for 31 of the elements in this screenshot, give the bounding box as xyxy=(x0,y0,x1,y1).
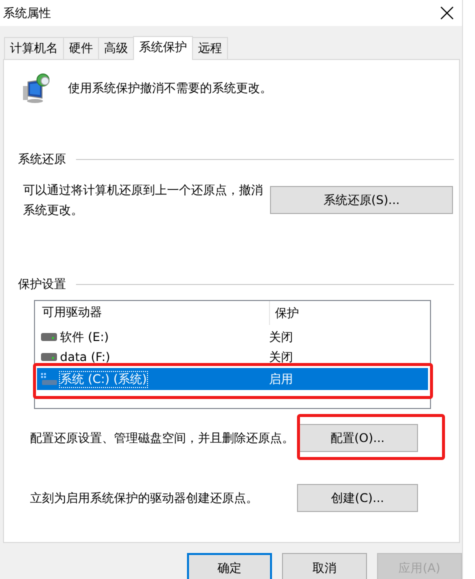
drive-row[interactable]: data (F:) 关闭 xyxy=(37,347,428,367)
configure-button[interactable]: 配置(O)... xyxy=(297,424,418,452)
drive-name: data (F:) xyxy=(60,350,110,364)
instruction-text: 配置还原设置、管理磁盘空间，并且删除还原点。 xyxy=(29,430,295,446)
group-heading: 保护设置 xyxy=(18,277,66,292)
drive-name: 软件 (E:) xyxy=(60,330,109,344)
system-drive-icon xyxy=(41,373,57,385)
protection-status: 关闭 xyxy=(269,350,293,364)
dialog-button[interactable]: 取消 xyxy=(282,553,367,579)
protection-status: 启用 xyxy=(269,372,293,386)
computer-shield-icon xyxy=(20,72,52,104)
protection-status: 关闭 xyxy=(269,330,293,344)
column-header[interactable]: 可用驱动器 xyxy=(35,301,270,325)
system-restore-button[interactable]: 系统还原(S)... xyxy=(270,186,453,214)
group-heading: 系统还原 xyxy=(18,152,66,167)
close-icon[interactable] xyxy=(440,6,454,20)
instruction-text: 立刻为启用系统保护的驱动器创建还原点。 xyxy=(29,490,259,506)
ok-button[interactable]: 确定 xyxy=(187,553,272,579)
restore-description: 可以通过将计算机还原到上一个还原点，撤消系统更改。 xyxy=(22,182,264,219)
drive-icon xyxy=(41,353,57,361)
drive-row[interactable]: 系统 (C:) (系统) 启用 xyxy=(37,368,428,390)
tab[interactable]: 系统保护 xyxy=(133,36,193,60)
drive-name: 系统 (C:) (系统) xyxy=(60,372,147,386)
tab[interactable]: 远程 xyxy=(192,37,228,59)
drive-row[interactable]: 软件 (E:) 关闭 xyxy=(37,327,428,347)
tab[interactable]: 计算机名 xyxy=(4,37,64,59)
column-header[interactable]: 保护 xyxy=(270,306,299,320)
description-text: 使用系统保护撤消不需要的系统更改。 xyxy=(68,80,272,96)
window-title: 系统属性 xyxy=(3,6,51,20)
drive-icon xyxy=(41,333,57,341)
create-button[interactable]: 创建(C)... xyxy=(297,484,418,512)
